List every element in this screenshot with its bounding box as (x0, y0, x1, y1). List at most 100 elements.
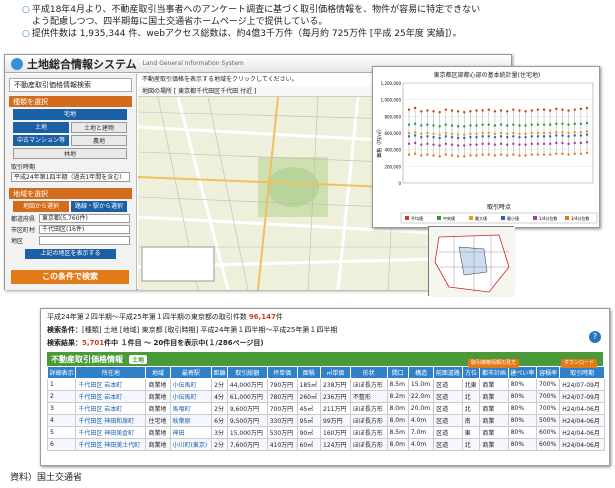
location-link[interactable]: 千代田区 岩本町 (75, 390, 147, 403)
data-point (499, 142, 503, 146)
data-point (463, 155, 466, 158)
column-header[interactable]: 建ぺい率 (507, 366, 538, 379)
data-point (456, 125, 460, 128)
data-point (481, 142, 484, 146)
data-point (456, 110, 460, 113)
legend-entry: 最小値 (507, 215, 519, 221)
column-header[interactable]: 最寄駅 (169, 366, 213, 379)
location-link[interactable]: 千代田区 神田美倉町 (75, 426, 147, 439)
help-icon[interactable]: ? (589, 331, 601, 343)
data-point (444, 135, 448, 138)
data-point (573, 130, 576, 134)
column-header[interactable]: 構造 (407, 366, 435, 379)
data-point (487, 123, 490, 126)
table-cell: 238万円 (320, 378, 351, 391)
pref-select[interactable]: 東京都(5,760件) (39, 214, 130, 223)
data-point (481, 123, 484, 126)
data-point (407, 108, 411, 111)
column-header[interactable]: 前面道路 (433, 366, 463, 379)
table-row[interactable]: 1 千代田区 岩本町 商業地 小伝馬町 2分 44,000万円 790万円 185㎡ 238万円… (46, 378, 605, 391)
data-point (456, 144, 460, 147)
column-header[interactable]: 方位 (461, 366, 481, 379)
table-cell: 商業地 (145, 438, 171, 451)
data-point (579, 122, 583, 126)
column-header[interactable]: 形状 (349, 366, 388, 379)
table-row[interactable]: 5 千代田区 神田美倉町 商業地 神田 3分 15,000万円 530万円 90㎡ 160万円ほ… (46, 426, 605, 439)
data-point (475, 124, 478, 127)
table-cell: 7.0m (407, 426, 435, 439)
table-cell: 商業地 (145, 426, 171, 439)
data-point (512, 153, 515, 156)
table-cell: 500% (536, 414, 561, 427)
data-point (536, 123, 540, 126)
table-row[interactable]: 6 千代田区 神田美土代町 商業地 小川町(東京) 2分 7,600万円 410万円 60㎡ 1… (46, 438, 605, 451)
column-header[interactable]: 所在地 (75, 366, 147, 379)
table-cell: 2分 (211, 402, 228, 415)
table-cell: 北 (461, 390, 481, 403)
data-point (463, 125, 466, 128)
data-point (530, 109, 533, 112)
column-header[interactable]: 間口 (386, 366, 409, 379)
column-header[interactable]: 詳細表示 (46, 366, 77, 379)
period-select[interactable]: 平成24年第1四半期（過去1年間を含む） (11, 172, 130, 182)
data-point (481, 153, 484, 156)
location-link[interactable]: 千代田区 神田美土代町 (75, 438, 147, 451)
column-header[interactable]: 面積 (296, 366, 322, 379)
location-link[interactable]: 千代田区 岩本町 (75, 402, 147, 415)
table-row[interactable]: 4 千代田区 神田和泉町 住宅地 秋葉原 6分 9,500万円 330万円 95㎡ 99万円 ほぼ… (46, 414, 605, 427)
area-tab-station[interactable]: 路線・駅から選択 (71, 201, 127, 212)
download-button[interactable]: ダウンロード (560, 359, 597, 368)
type-tile-farmland[interactable]: 農地 (71, 135, 127, 146)
data-point (450, 124, 454, 127)
table-cell: 80% (507, 378, 538, 391)
legend-entry: 平均値 (411, 215, 423, 221)
table-cell: 700% (536, 402, 561, 415)
location-link[interactable]: 千代田区 岩本町 (75, 378, 147, 391)
ministry-logo-icon (11, 57, 23, 70)
how-to-read-button[interactable]: 取引価格情報の見方 (467, 359, 519, 368)
table-cell: 6 (46, 438, 77, 451)
data-point (487, 135, 490, 138)
search-button[interactable]: この条件で検索 (11, 270, 129, 284)
legend-entry: 3/4分位数 (571, 215, 589, 221)
table-row[interactable]: 3 千代田区 岩本町 商業地 馬喰町 2分 9,600万円 700万円 45㎡ 211万円 ほぼ長… (46, 402, 605, 415)
table-row[interactable]: 2 千代田区 岩本町 商業地 小伝馬町 4分 61,000万円 780万円 260㎡ 236万円… (46, 390, 605, 403)
data-point (432, 132, 435, 136)
table-cell: 商業 (479, 402, 509, 415)
legend-swatch (437, 216, 441, 220)
type-tile-forest[interactable]: 林地 (13, 148, 127, 159)
column-header[interactable]: 容積率 (536, 366, 561, 379)
column-header[interactable]: 坪単価 (266, 366, 298, 379)
location-link[interactable]: 千代田区 神田和泉町 (75, 414, 147, 427)
table-cell: 236万円 (320, 390, 351, 403)
city-select[interactable]: 千代田区(16件) (39, 225, 130, 234)
data-point (585, 121, 589, 125)
type-tile-condo[interactable]: 中古マンション等 (13, 135, 69, 146)
data-point (487, 142, 490, 146)
table-cell: 790万円 (266, 378, 298, 391)
data-point (487, 108, 490, 111)
table-cell: 80% (507, 426, 538, 439)
column-header[interactable]: 取引時期 (559, 366, 605, 379)
column-header[interactable]: 都市計画 (479, 366, 509, 379)
table-cell: ほぼ長方形 (349, 438, 388, 451)
column-header[interactable]: 取引総額 (226, 366, 268, 379)
table-cell: 小伝馬町 (169, 390, 213, 403)
show-district-button[interactable]: 上記の地区を表示する (25, 249, 116, 259)
column-header[interactable]: 距離 (211, 366, 228, 379)
y-tick-label: 1,000,000 (381, 98, 402, 103)
column-header[interactable]: 地域 (145, 366, 171, 379)
area-tab-map[interactable]: 地図から選択 (13, 201, 69, 212)
table-cell: 7,600万円 (226, 438, 268, 451)
table-cell: 124万円 (320, 438, 351, 451)
type-tile-residential[interactable]: 宅地 (13, 109, 127, 120)
data-point (524, 132, 527, 136)
type-tile-land-building[interactable]: 土地と建物 (71, 122, 127, 133)
column-header[interactable]: ㎡単価 (320, 366, 351, 379)
type-tile-land[interactable]: 土地 (13, 122, 69, 133)
data-point (506, 154, 509, 157)
data-point (469, 132, 472, 136)
table-cell: 700% (536, 390, 561, 403)
data-point (499, 153, 503, 156)
district-select[interactable] (39, 236, 130, 245)
